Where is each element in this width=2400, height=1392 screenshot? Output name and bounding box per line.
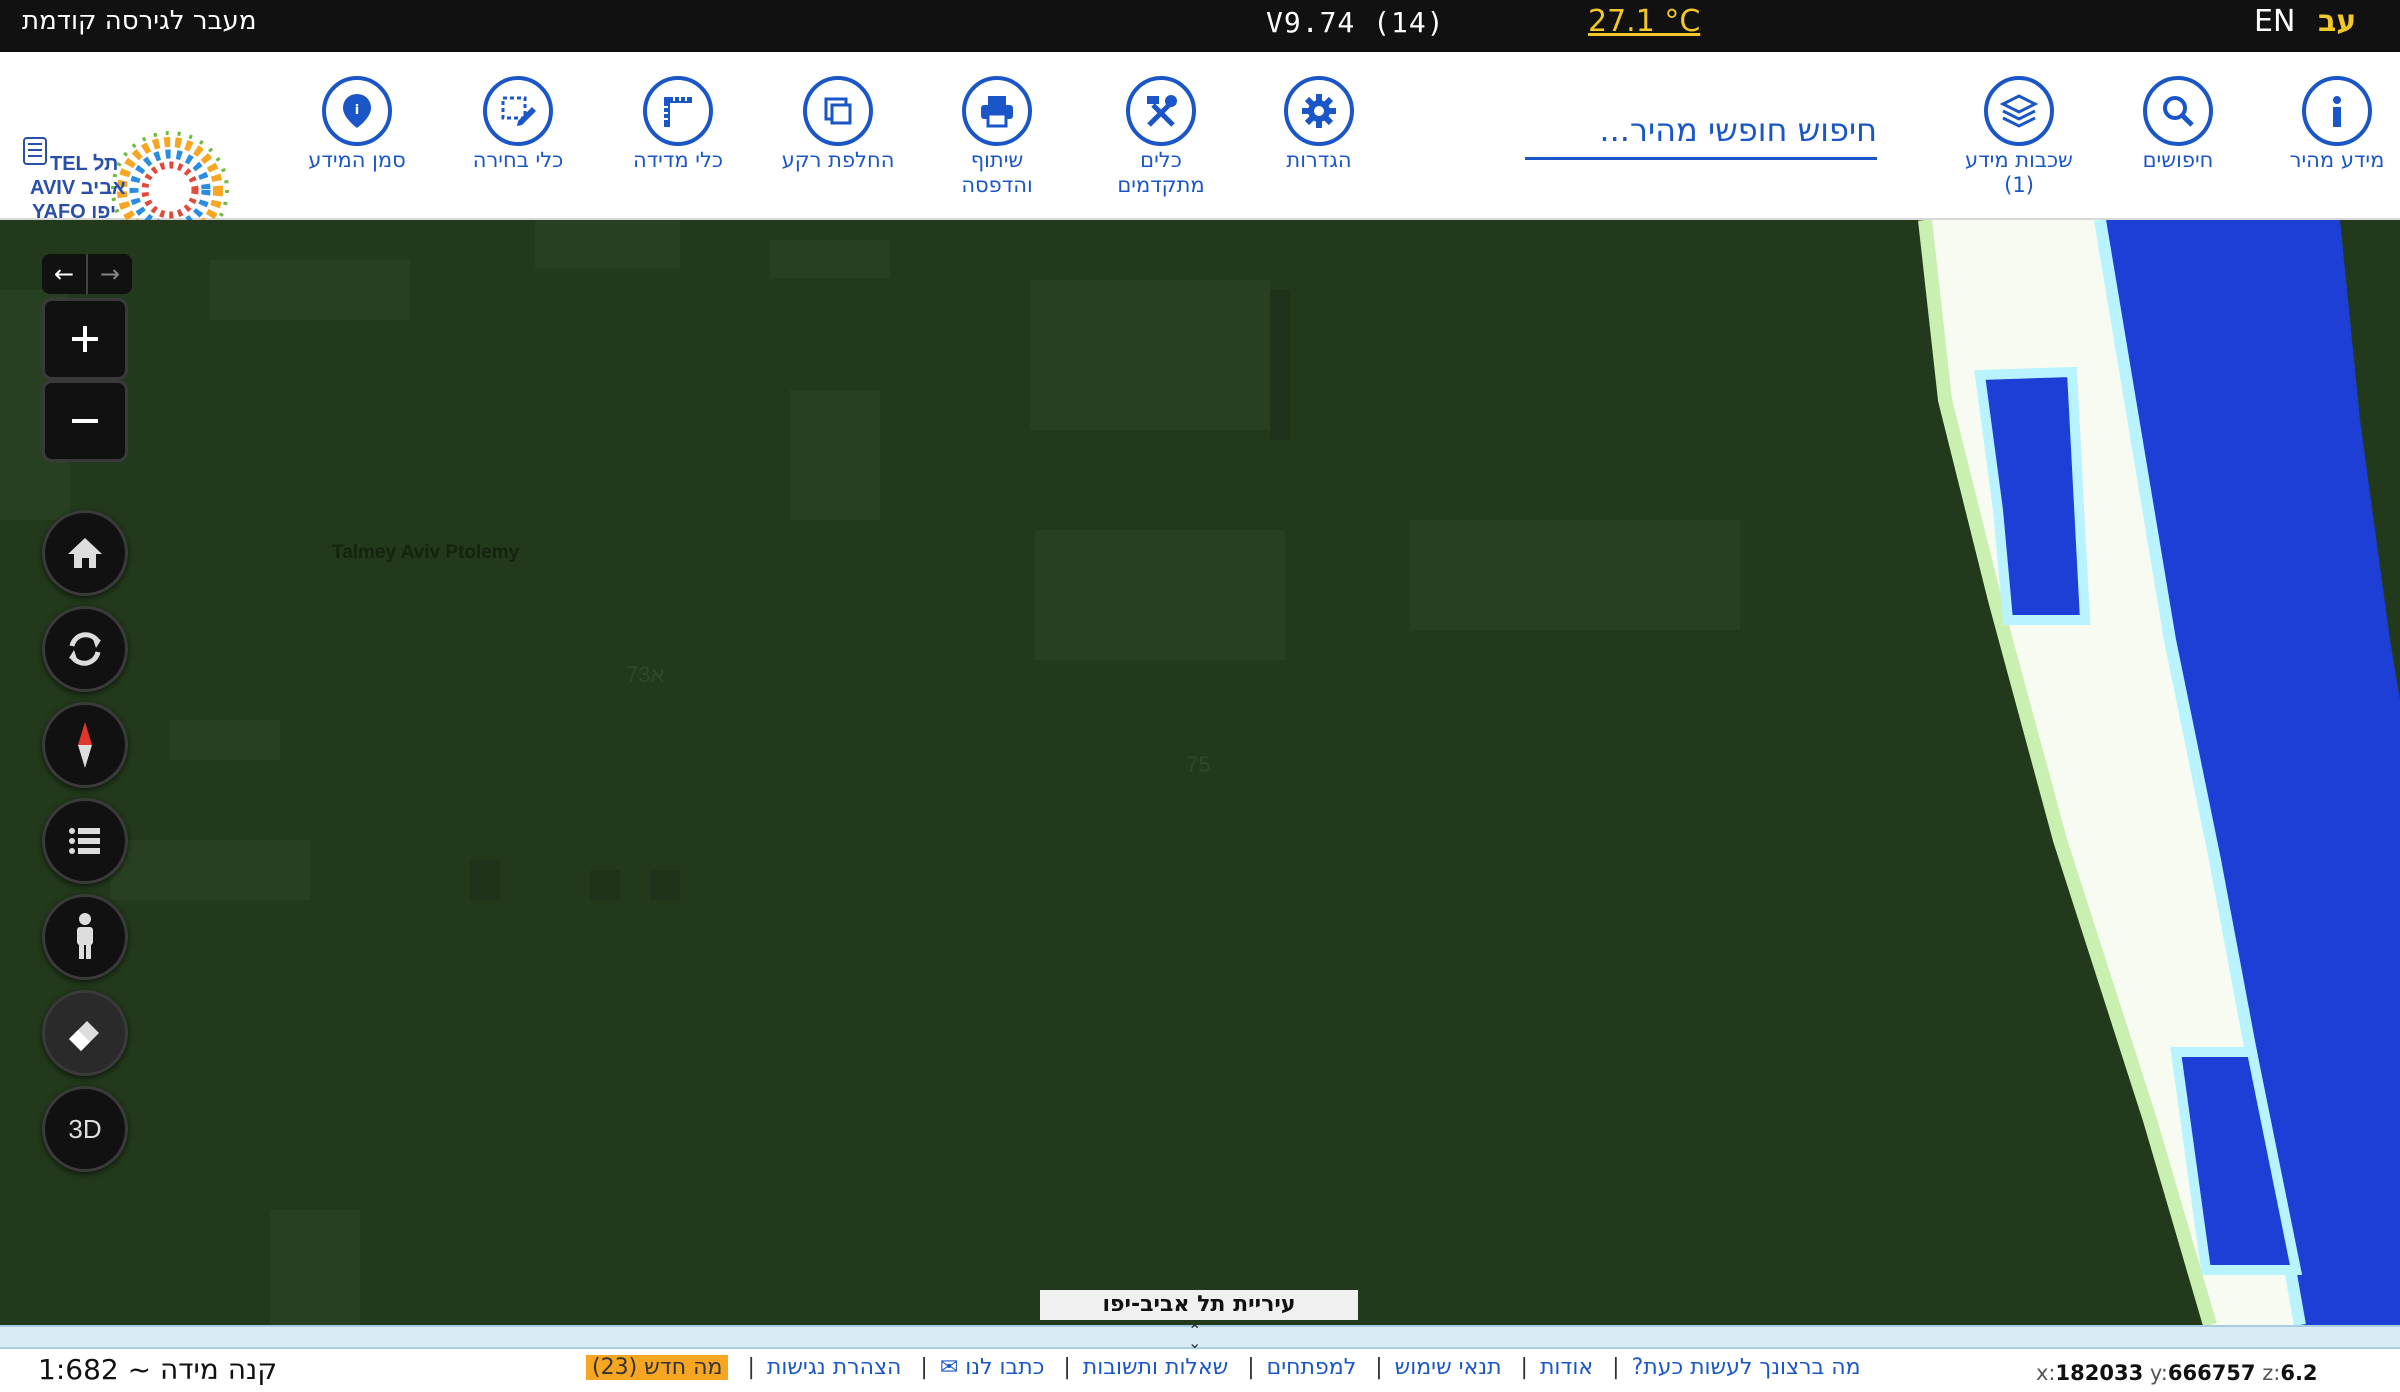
coord-z: 6.2 bbox=[2280, 1361, 2318, 1385]
tool-label: שיתוף והדפסה bbox=[961, 148, 1033, 197]
language-he-button[interactable]: עב bbox=[2318, 4, 2356, 39]
footer-link-accessibility[interactable]: הצהרת נגישות bbox=[767, 1355, 902, 1380]
eraser-button[interactable] bbox=[42, 990, 128, 1076]
separator: | bbox=[1520, 1355, 1528, 1380]
gear-icon bbox=[1284, 76, 1354, 146]
tool-label: כלים מתקדמים bbox=[1117, 148, 1205, 197]
street-view-button[interactable] bbox=[42, 894, 128, 980]
settings-tool[interactable]: הגדרות bbox=[1244, 76, 1394, 173]
measure-tool[interactable]: כלי מדידה bbox=[603, 76, 753, 173]
back-arrow-icon[interactable]: ← bbox=[42, 254, 86, 294]
layers-square-icon bbox=[803, 76, 873, 146]
place-label: Talmey Aviv Ptolemy bbox=[332, 542, 520, 563]
city-banner: עיריית תל אביב-יפו bbox=[1040, 1290, 1358, 1320]
quick-info-tool[interactable]: מידע מהיר bbox=[2262, 76, 2400, 173]
coord-y: 666757 bbox=[2167, 1361, 2256, 1385]
footer-link-developers[interactable]: למפתחים bbox=[1267, 1355, 1357, 1380]
select-tool-icon bbox=[483, 76, 553, 146]
previous-version-link[interactable]: מעבר לגירסה קודמת bbox=[22, 6, 256, 36]
layers-icon bbox=[1984, 76, 2054, 146]
ruler-icon bbox=[643, 76, 713, 146]
footer-link-contact[interactable]: כתבו לנו ✉ bbox=[940, 1355, 1045, 1380]
expand-collapse-icon: ⌃ ⌄ bbox=[1188, 1321, 1202, 1352]
tool-label: סמן המידע bbox=[308, 148, 406, 172]
minus-icon bbox=[72, 419, 98, 423]
tool-label: החלפת רקע bbox=[781, 148, 895, 172]
tool-label: חיפושים bbox=[2142, 148, 2214, 172]
separator: | bbox=[1247, 1355, 1255, 1380]
basemap-switch-tool[interactable]: החלפת רקע bbox=[763, 76, 913, 173]
tool-label: שכבות מידע (1) bbox=[1965, 148, 2073, 197]
separator: | bbox=[747, 1355, 755, 1380]
info-layers-tool[interactable]: שכבות מידע (1) bbox=[1944, 76, 2094, 198]
separator: | bbox=[920, 1355, 928, 1380]
tool-label: כלי בחירה bbox=[472, 148, 564, 172]
main-toolbar: TEL תל AVIV אביב YAFO יפו i סמן המידע כל… bbox=[0, 52, 2400, 249]
coordinates-readout: x:182033 y:666757 z:6.2 bbox=[2036, 1361, 2318, 1385]
language-en-button[interactable]: EN bbox=[2254, 4, 2295, 39]
top-bar: מעבר לגירסה קודמת V9.74 (14) 27.1 °C EN … bbox=[0, 0, 2400, 52]
coord-x: 182033 bbox=[2055, 1361, 2144, 1385]
share-print-tool[interactable]: שיתוף והדפסה bbox=[922, 76, 1072, 198]
refresh-button[interactable] bbox=[42, 606, 128, 692]
tool-label: כלי מדידה bbox=[632, 148, 724, 172]
map-history-nav: ← → bbox=[42, 254, 132, 294]
search-icon bbox=[2143, 76, 2213, 146]
select-tool[interactable]: כלי בחירה bbox=[443, 76, 593, 173]
footer-link-what-to-do[interactable]: מה ברצונך לעשות כעת? bbox=[1632, 1355, 1861, 1380]
zoom-out-button[interactable] bbox=[42, 380, 128, 462]
logo-line-2: AVIV אביב bbox=[30, 177, 126, 199]
house-number-label: 75 bbox=[1186, 752, 1211, 777]
separator: | bbox=[1612, 1355, 1620, 1380]
footer-links: מה ברצונך לעשות כעת? | אודות | תנאי שימוש |… bbox=[580, 1355, 1867, 1380]
building-footprints bbox=[0, 220, 1740, 1325]
version-label: V9.74 (14) bbox=[1266, 6, 1445, 39]
tool-label: הגדרות bbox=[1286, 148, 1352, 172]
info-icon bbox=[2302, 76, 2372, 146]
temperature-link[interactable]: 27.1 °C bbox=[1588, 4, 1700, 39]
advanced-tools[interactable]: כלים מתקדמים bbox=[1086, 76, 1236, 198]
house-number-label: א73 bbox=[626, 662, 665, 687]
separator: | bbox=[1063, 1355, 1071, 1380]
footer-link-faq[interactable]: שאלות ותשובות bbox=[1083, 1355, 1228, 1380]
legend-list-button[interactable] bbox=[42, 798, 128, 884]
compass-button[interactable] bbox=[42, 702, 128, 788]
svg-text:i: i bbox=[355, 103, 359, 118]
home-button[interactable] bbox=[42, 510, 128, 596]
searches-tool[interactable]: חיפושים bbox=[2103, 76, 2253, 173]
map-scale: קנה מידה ~ 1:682 bbox=[38, 1353, 278, 1386]
3d-label: 3D bbox=[68, 1113, 102, 1144]
footer-link-terms[interactable]: תנאי שימוש bbox=[1395, 1355, 1502, 1380]
list-icon bbox=[69, 828, 100, 854]
zoom-in-button[interactable] bbox=[42, 298, 128, 380]
3d-view-button[interactable]: 3D bbox=[42, 1086, 128, 1172]
info-marker-icon: i bbox=[322, 76, 392, 146]
person-icon bbox=[77, 913, 93, 959]
quick-search[interactable] bbox=[1525, 102, 1877, 160]
tools-icon bbox=[1126, 76, 1196, 146]
search-input[interactable] bbox=[1525, 102, 1877, 157]
footer-link-about[interactable]: אודות bbox=[1540, 1355, 1593, 1380]
forward-arrow-icon[interactable]: → bbox=[86, 254, 132, 294]
whats-new-badge[interactable]: מה חדש (23) bbox=[586, 1355, 729, 1380]
compass-icon bbox=[78, 722, 92, 768]
status-bar: ⌃ ⌄ קנה מידה ~ 1:682 מה ברצונך לעשות כעת?… bbox=[0, 1321, 2400, 1392]
plus-icon bbox=[72, 326, 98, 352]
logo-line-1: TEL תל bbox=[50, 153, 118, 175]
separator: | bbox=[1375, 1355, 1383, 1380]
logo-emblem-icon bbox=[23, 137, 47, 165]
map-canvas[interactable]: Talmey Aviv Ptolemy א73 75 ← → 3D עיריית… bbox=[0, 220, 2400, 1325]
eraser-icon bbox=[69, 1021, 99, 1051]
bottom-panel-handle[interactable]: ⌃ ⌄ bbox=[0, 1321, 2400, 1352]
printer-icon bbox=[962, 76, 1032, 146]
tool-label: מידע מהיר bbox=[2289, 148, 2385, 172]
info-marker-tool[interactable]: i סמן המידע bbox=[282, 76, 432, 173]
refresh-icon bbox=[69, 632, 101, 666]
home-icon bbox=[68, 538, 102, 568]
